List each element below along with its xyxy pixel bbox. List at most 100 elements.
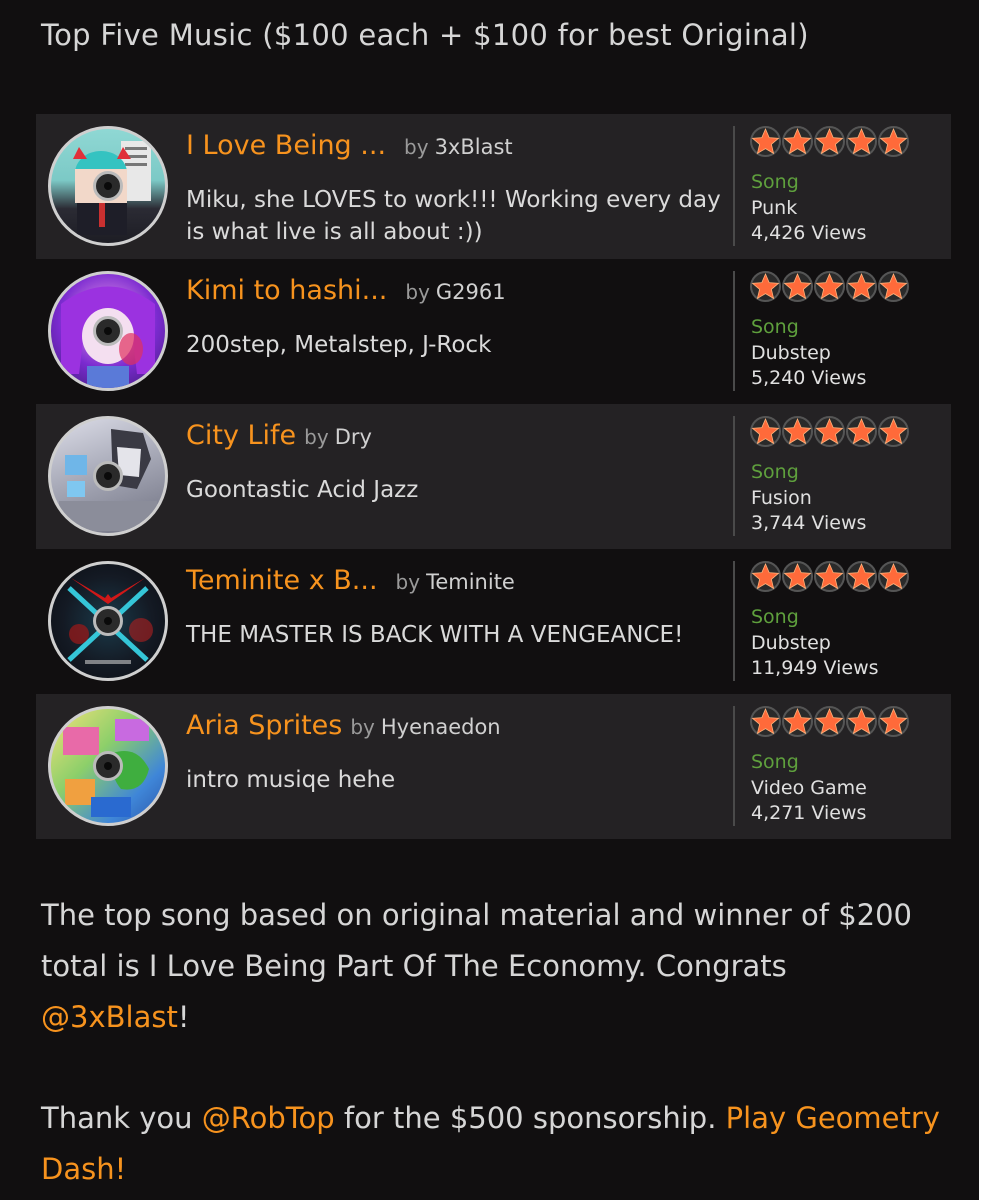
song-meta: Song Video Game 4,271 Views [751,750,867,827]
star-icon [814,416,845,447]
rating-stars [750,126,910,157]
rating-stars [750,561,910,592]
star-icon [878,706,909,737]
star-icon [878,416,909,447]
list-item[interactable]: Teminite x B... by Teminite THE MASTER IS … [36,549,951,694]
song-description: THE MASTER IS BACK WITH A VENGEANCE! [186,622,684,648]
rating-stars [750,416,910,447]
by-label: by [405,280,430,304]
song-title[interactable]: City Life [186,420,296,451]
song-views: 11,949 Views [751,657,879,679]
post-body: Top Five Music ($100 each + $100 for bes… [0,0,987,1200]
song-genre: Dubstep [751,631,831,654]
star-icon [846,271,877,302]
song-type: Song [751,316,799,338]
song-title[interactable]: Aria Sprites [186,710,342,741]
song-meta: Song Dubstep 5,240 Views [751,315,866,392]
star-icon [846,706,877,737]
thanks-text: Thank you [41,1101,202,1135]
song-description: intro musiqe hehe [186,767,396,793]
star-icon [782,706,813,737]
star-icon [782,271,813,302]
star-icon [750,271,781,302]
author-name[interactable]: 3xBlast [435,135,513,159]
city-figure-icon[interactable] [48,416,168,536]
divider [733,561,735,681]
list-item[interactable]: I Love Being ... by 3xBlast Miku, she LOVE… [36,114,951,259]
music-list: I Love Being ... by 3xBlast Miku, she LOVE… [36,114,951,839]
author-name[interactable]: Teminite [426,570,515,594]
song-title[interactable]: I Love Being ... [186,130,386,161]
star-icon [750,561,781,592]
by-label: by [350,715,375,739]
song-meta: Song Dubstep 11,949 Views [751,605,879,682]
song-title[interactable]: Teminite x B... [186,565,378,596]
song-description: Miku, she LOVES to work!!! Working every… [186,187,721,245]
user-mention-link[interactable]: @3xBlast [41,1000,178,1034]
announcement-text: The top song based on original material … [41,898,912,983]
list-item[interactable]: Kimi to hashi... by G2961 200step, Metalst… [36,259,951,404]
star-icon [878,271,909,302]
song-description: Goontastic Acid Jazz [186,477,419,503]
star-icon [750,706,781,737]
divider [733,416,735,536]
star-icon [878,561,909,592]
author-name[interactable]: Hyenaedon [381,715,501,739]
star-icon [782,416,813,447]
song-description: 200step, Metalstep, J-Rock [186,332,492,358]
star-icon [750,126,781,157]
song-title-line: I Love Being ... by 3xBlast [186,130,513,161]
star-icon [846,126,877,157]
rating-stars [750,271,910,302]
song-type: Song [751,606,799,628]
miku-portrait-icon[interactable] [48,126,168,246]
song-title-line: Kimi to hashi... by G2961 [186,275,506,306]
by-label: by [395,570,421,594]
author-name[interactable]: G2961 [436,280,506,304]
list-item[interactable]: Aria Sprites by Hyenaedon intro musiqe heh… [36,694,951,839]
song-meta: Song Fusion 3,744 Views [751,460,866,537]
song-title-line: Teminite x B... by Teminite [186,565,515,596]
song-type: Song [751,751,799,773]
author-name[interactable]: Dry [335,425,372,449]
song-genre: Video Game [751,776,867,799]
user-mention-link[interactable]: @RobTop [202,1101,335,1135]
rating-stars [750,706,910,737]
announcement-punctuation: ! [177,1000,190,1034]
song-views: 4,271 Views [751,802,867,824]
crossed-swords-icon[interactable] [48,561,168,681]
page-heading: Top Five Music ($100 each + $100 for bes… [41,18,809,52]
song-title[interactable]: Kimi to hashi... [186,275,387,306]
song-views: 3,744 Views [751,512,867,534]
star-icon [814,561,845,592]
song-genre: Punk [751,196,798,219]
song-genre: Dubstep [751,341,831,364]
winner-announcement: The top song based on original material … [41,890,941,1043]
divider [733,706,735,826]
song-title-line: Aria Sprites by Hyenaedon [186,710,501,741]
star-icon [782,561,813,592]
star-icon [846,416,877,447]
by-label: by [404,135,429,159]
star-icon [782,126,813,157]
star-icon [878,126,909,157]
song-views: 4,426 Views [751,222,867,244]
list-item[interactable]: City Life by Dry Goontastic Acid Jazz Song… [36,404,951,549]
song-title-line: City Life by Dry [186,420,372,451]
star-icon [814,126,845,157]
star-icon [814,706,845,737]
star-icon [814,271,845,302]
sponsor-thanks: Thank you @RobTop for the $500 sponsorsh… [41,1093,941,1195]
song-genre: Fusion [751,486,812,509]
star-icon [750,416,781,447]
song-type: Song [751,171,799,193]
sprite-collage-icon[interactable] [48,706,168,826]
star-icon [846,561,877,592]
divider [733,271,735,391]
divider [733,126,735,246]
by-label: by [304,425,329,449]
purple-hair-girl-icon[interactable] [48,271,168,391]
thanks-text: for the $500 sponsorship. [334,1101,726,1135]
song-meta: Song Punk 4,426 Views [751,170,866,247]
song-views: 5,240 Views [751,367,867,389]
